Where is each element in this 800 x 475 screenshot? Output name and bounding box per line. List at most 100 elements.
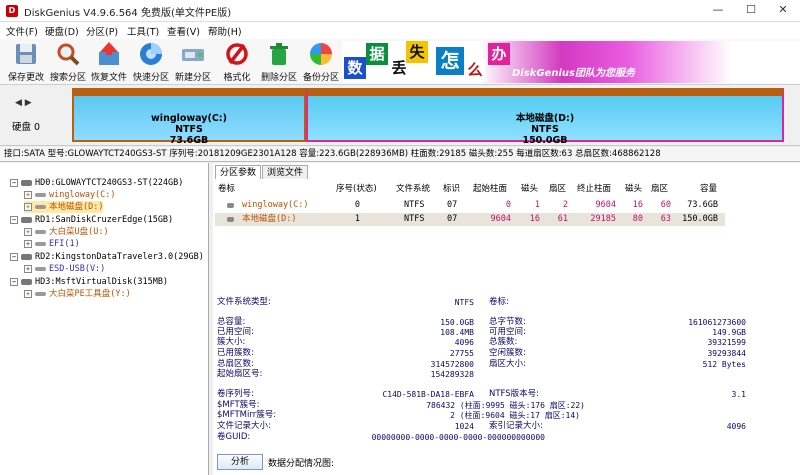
partition-d-block[interactable]: 本地磁盘(D:) NTFS 150.0GB [306,88,784,146]
recover-icon [96,41,122,67]
maximize-button[interactable]: ☐ [738,2,764,18]
cell-id: 07 [447,214,458,224]
disk-nav-arrows[interactable]: ◀ ▶ [15,98,32,108]
expand-icon[interactable]: + [24,227,32,236]
tree-node-esd[interactable]: + ESD-USB(V:) [24,263,105,275]
cell-end-head: 16 [632,200,643,210]
mft-cluster-label: $MFT簇号: [217,400,260,410]
cell-index: 0 [354,200,360,210]
total-sectors-value: 314572800 [430,360,474,369]
menu-tools[interactable]: 工具(T) [127,24,159,38]
cell-end-cyl: 29185 [590,214,616,224]
cluster-size-value: 4096 [454,338,474,347]
cell-start-cyl: 0 [505,200,511,210]
mftmirr-cluster-label: $MFTMirr簇号: [217,410,277,420]
partition-icon [227,203,234,208]
new-partition-button[interactable]: 新建分区 [173,41,213,83]
partition-icon [35,291,46,296]
recover-label: 恢复文件 [90,73,127,83]
expand-icon[interactable]: + [24,202,32,211]
format-button[interactable]: 格式化 [217,41,257,83]
save-label: 保存更改 [7,73,44,83]
table-row[interactable]: 本地磁盘(D:) 1 NTFS 07 9604 16 61 29185 80 6… [215,213,725,226]
recover-files-button[interactable]: 恢复文件 [89,41,129,83]
expand-icon[interactable]: + [24,239,32,248]
used-clusters-label: 已用簇数: [217,348,254,358]
quick-partition-icon [138,41,164,67]
menu-partition[interactable]: 分区(P) [86,24,118,38]
new-partition-icon [180,41,206,67]
total-sectors-label: 总扇区数: [217,359,254,369]
cell-capacity: 73.6GB [687,200,718,210]
collapse-icon[interactable]: − [10,215,18,224]
partition-c-block[interactable]: wingloway(C:) NTFS 73.6GB [72,88,306,146]
backup-partition-button[interactable]: 备份分区 [301,41,341,83]
minimize-button[interactable]: — [705,2,731,18]
cell-start-head: 16 [529,214,540,224]
menu-disk[interactable]: 硬盘(D) [45,24,79,38]
partition-icon [35,192,46,197]
tree-node-d[interactable]: + 本地磁盘(D:) [24,201,104,213]
menu-help[interactable]: 帮助(H) [208,24,242,38]
quick-partition-button[interactable]: 快速分区 [131,41,171,83]
tree-node-y[interactable]: + 大白菜PE工具盘(Y:) [24,288,131,300]
cell-capacity: 150.0GB [682,214,718,224]
format-label: 格式化 [223,73,251,83]
delete-label: 删除分区 [260,73,297,83]
file-record-size-label: 文件记录大小: [217,421,271,431]
tab-partition-params[interactable]: 分区参数 [215,165,262,179]
partition-d-fs: NTFS [531,124,559,135]
volume-serial-value: C14D-581B-DA18-EBFA [382,390,474,399]
col-header-end-cyl: 终止柱面 [577,184,612,194]
collapse-icon[interactable]: − [10,178,18,187]
ntfs-version-value: 3.1 [731,390,746,399]
analyze-button[interactable]: 分析 [217,454,263,470]
tree-node-hd0[interactable]: − HD0:GLOWAYTCT240GS3-ST(224GB) [10,177,183,189]
start-sector-label: 起始扇区号: [217,369,263,379]
volume-serial-label: 卷序列号: [217,389,254,399]
tree-node-u[interactable]: + 大白菜U盘(U:) [24,226,109,238]
expand-icon[interactable]: + [24,190,32,199]
window-title: DiskGenius V4.9.6.564 免费版(单文件PE版) [24,8,232,19]
mft-cluster-value: 786432 (柱面:9995 磁头:176 扇区:22) [426,401,585,410]
tree-node-c[interactable]: + wingloway(C:) [24,189,116,201]
partition-d-size: 150.0GB [522,135,568,146]
partition-icon [227,217,234,222]
tree-node-hd3[interactable]: − HD3:MsftVirtualDisk(315MB) [10,276,168,288]
cell-id: 07 [447,200,458,210]
save-changes-button[interactable]: 保存更改 [6,41,46,83]
expand-icon[interactable]: + [24,264,32,273]
disk-icon [21,179,32,186]
ntfs-version-label: NTFS版本号: [489,389,540,399]
expand-icon[interactable]: + [24,289,32,298]
banner-brand-text: DiskGenius团队为您服务 [512,68,635,79]
banner-char: 么 [464,59,486,81]
allocation-map-label: 数据分配情况图: [268,459,335,469]
cell-start-sector: 61 [557,214,568,224]
partition-d-name: 本地磁盘(D:) [515,113,575,124]
total-clusters-value: 39321599 [707,338,746,347]
tree-node-efi[interactable]: + EFI(1) [24,238,80,250]
delete-partition-button[interactable]: 删除分区 [259,41,299,83]
menu-file[interactable]: 文件(F) [6,24,38,38]
tree-node-rd1[interactable]: − RD1:SanDiskCruzerEdge(15GB) [10,214,173,226]
start-sector-value: 154289328 [430,370,474,379]
search-partition-button[interactable]: 搜索分区 [48,41,88,83]
banner-char: 数 [344,57,366,79]
partition-icon [35,204,46,209]
collapse-icon[interactable]: − [10,252,18,261]
tree-node-rd2[interactable]: − RD2:KingstonDataTraveler3.0(29GB) [10,251,204,263]
search-icon [55,41,81,67]
menu-view[interactable]: 查看(V) [167,24,200,38]
close-button[interactable]: ✕ [770,2,796,18]
tab-browse-files[interactable]: 浏览文件 [262,165,309,179]
app-icon: D [6,5,18,17]
cell-end-cyl: 9604 [595,200,616,210]
cell-start-head: 1 [534,200,540,210]
used-clusters-value: 27755 [449,349,474,358]
cluster-size-label: 簇大小: [217,337,246,347]
free-space-value: 149.9GB [712,328,746,337]
collapse-icon[interactable]: − [10,277,18,286]
cell-fs: NTFS [404,214,425,224]
table-row[interactable]: wingloway(C:) 0 NTFS 07 0 1 2 9604 16 60… [215,199,725,212]
